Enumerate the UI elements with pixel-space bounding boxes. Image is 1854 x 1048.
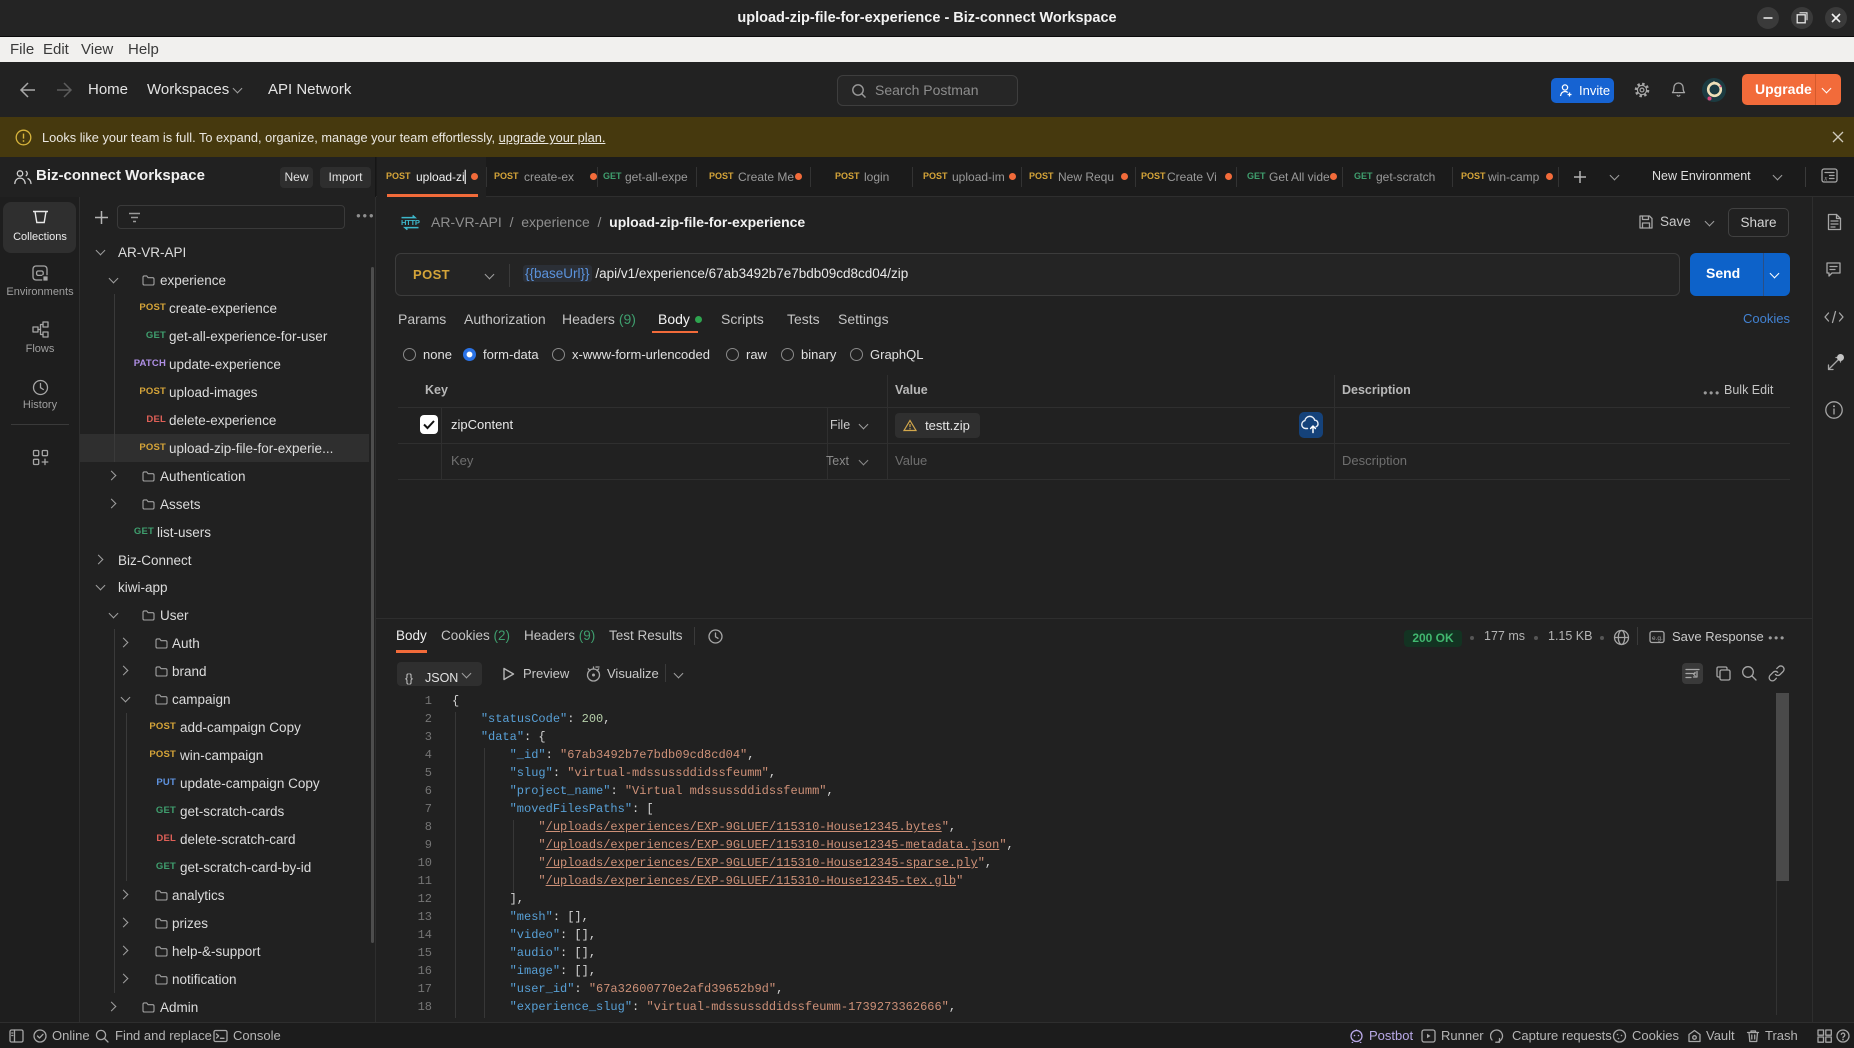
svg-text:e.g.: e.g. (1652, 635, 1663, 642)
svg-text:x: x (1823, 175, 1828, 183)
svg-text:HTTP: HTTP (401, 218, 420, 227)
